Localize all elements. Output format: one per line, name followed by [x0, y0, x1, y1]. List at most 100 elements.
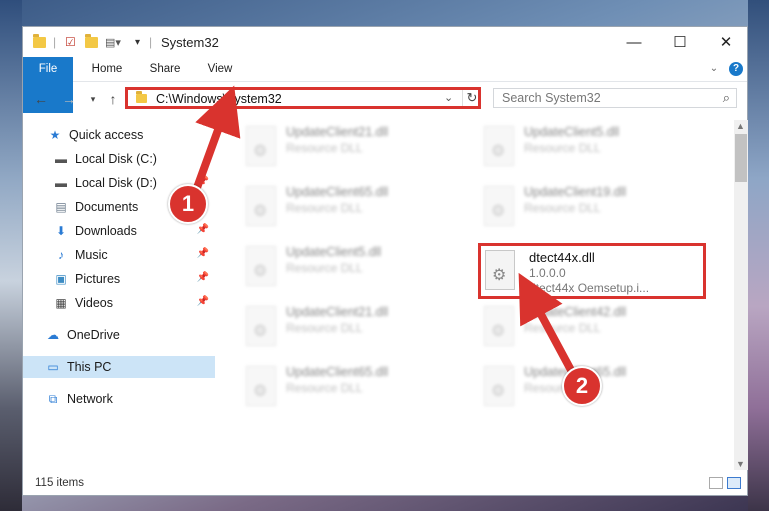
- chevron-down-icon[interactable]: ⌄: [444, 91, 453, 104]
- title-bar: | ☑ ▤▾ ▾ | System32 — ☐ ✕: [23, 27, 747, 57]
- pin-icon[interactable]: 📌: [197, 296, 209, 307]
- sidebar-item-local-disk-c[interactable]: ▬ Local Disk (C:): [23, 148, 215, 170]
- file-type: Resource DLL: [524, 141, 601, 155]
- sidebar-item-quick-access[interactable]: ★ Quick access: [23, 124, 215, 146]
- file-type: Resource DLL: [286, 201, 363, 215]
- sidebar-item-label: Documents: [75, 200, 139, 214]
- sidebar-item-label: Pictures: [75, 272, 121, 286]
- sidebar-item-network[interactable]: ⧉ Network: [23, 388, 215, 410]
- sidebar-item-onedrive[interactable]: ☁ OneDrive: [23, 324, 215, 346]
- file-item[interactable]: ⚙ UpdateClient65.dll Resource DLL: [242, 182, 462, 238]
- file-description: dtect44x Oemsetup.i...: [529, 281, 650, 295]
- dll-file-icon: ⚙: [246, 246, 276, 286]
- pin-icon[interactable]: 📌: [197, 176, 209, 187]
- file-type: Resource DLL: [286, 261, 363, 275]
- network-icon: ⧉: [48, 391, 58, 406]
- address-bar[interactable]: C:\Windows\System32 ⌄ ↻: [125, 87, 481, 109]
- documents-icon: ▤: [55, 200, 67, 214]
- separator: |: [149, 35, 153, 49]
- file-name: UpdateClient42.dll: [524, 305, 627, 319]
- status-bar: 115 items: [23, 473, 747, 495]
- desktop-background-left: [0, 0, 22, 511]
- file-item[interactable]: ⚙ UpdateClient42.dll Resource DLL: [480, 302, 700, 358]
- step-1-badge: 1: [168, 184, 208, 224]
- chevron-down-icon[interactable]: ▾: [135, 34, 140, 50]
- computer-icon: ▭: [47, 360, 59, 374]
- highlighted-file-item[interactable]: ⚙ dtect44x.dll 1.0.0.0 dtect44x Oemsetup…: [478, 243, 706, 299]
- expand-ribbon-icon[interactable]: ⌄: [707, 57, 721, 81]
- properties-icon[interactable]: ☑: [65, 34, 76, 50]
- file-name: UpdateClient5.dll: [524, 125, 620, 139]
- up-arrow-icon[interactable]: ↑: [105, 91, 121, 107]
- file-item[interactable]: ⚙ UpdateClient21.dll Resource DLL: [242, 302, 462, 358]
- navigation-bar: ← → ▾ ↑ C:\Windows\System32 ⌄ ↻ Search S…: [23, 82, 747, 118]
- explorer-window: | ☑ ▤▾ ▾ | System32 — ☐ ✕ File Home Shar…: [22, 26, 748, 496]
- customize-toolbar-icon[interactable]: ▤▾: [105, 34, 121, 50]
- search-input[interactable]: Search System32 ⌕: [493, 88, 737, 108]
- tab-view[interactable]: View: [203, 57, 237, 81]
- back-arrow-icon[interactable]: ←: [33, 91, 49, 107]
- file-name: UpdateClient21.dll: [286, 305, 389, 319]
- dll-file-icon: ⚙: [484, 186, 514, 226]
- search-icon[interactable]: ⌕: [723, 90, 730, 106]
- dll-file-icon: ⚙: [246, 126, 276, 166]
- dll-file-icon: ⚙: [246, 186, 276, 226]
- file-item[interactable]: ⚙ UpdateClient65.dll Resource DLL: [242, 362, 462, 418]
- videos-icon: ▦: [55, 296, 67, 310]
- maximize-button[interactable]: ☐: [657, 27, 703, 57]
- scroll-up-icon[interactable]: ▲: [736, 121, 745, 131]
- music-icon: ♪: [58, 248, 64, 262]
- file-type: Resource DLL: [524, 321, 601, 335]
- file-name: UpdateClient65.dll: [286, 365, 389, 379]
- refresh-icon[interactable]: ↻: [462, 90, 481, 106]
- forward-arrow-icon[interactable]: →: [61, 91, 77, 107]
- file-type: Resource DLL: [524, 201, 601, 215]
- sidebar-item-pictures[interactable]: ▣ Pictures 📌: [23, 268, 215, 290]
- folder-icon: [33, 33, 46, 50]
- file-item[interactable]: ⚙ UpdateClient19.dll Resource DLL: [480, 182, 700, 238]
- pin-icon[interactable]: 📌: [197, 224, 209, 235]
- recent-locations-icon[interactable]: ▾: [85, 91, 101, 107]
- pin-icon[interactable]: 📌: [197, 248, 209, 259]
- minimize-button[interactable]: —: [611, 27, 657, 57]
- file-item[interactable]: ⚙ UpdateClient5.dll Resource DLL: [480, 122, 700, 178]
- dll-file-icon: ⚙: [484, 126, 514, 166]
- file-type: Resource DLL: [286, 381, 363, 395]
- tab-home[interactable]: Home: [89, 57, 125, 81]
- help-icon[interactable]: ?: [729, 62, 743, 76]
- file-type: Resource DLL: [286, 321, 363, 335]
- desktop-background-right: [748, 0, 769, 511]
- sidebar-item-label: Network: [67, 392, 113, 406]
- sidebar-item-label: Downloads: [75, 224, 137, 238]
- item-count: 115 items: [35, 477, 85, 489]
- sidebar-item-this-pc[interactable]: ▭ This PC: [23, 356, 215, 378]
- file-name: UpdateClient19.dll: [524, 185, 627, 199]
- file-name: dtect44x.dll: [529, 250, 595, 265]
- dll-file-icon: ⚙: [246, 366, 276, 406]
- scroll-down-icon[interactable]: ▼: [736, 459, 745, 469]
- cloud-icon: ☁: [47, 328, 59, 342]
- close-button[interactable]: ✕: [703, 27, 749, 57]
- file-item[interactable]: ⚙ UpdateClient21.dll Resource DLL: [242, 122, 462, 178]
- view-toggle: [709, 477, 741, 489]
- tab-share[interactable]: Share: [147, 57, 183, 81]
- drive-icon: ▬: [55, 152, 67, 166]
- file-version: 1.0.0.0: [529, 266, 566, 280]
- details-view-icon[interactable]: [709, 477, 723, 489]
- pin-icon[interactable]: 📌: [197, 272, 209, 283]
- vertical-scrollbar[interactable]: ▲ ▼: [734, 120, 748, 470]
- file-type: Resource DLL: [286, 141, 363, 155]
- separator: |: [53, 35, 57, 49]
- sidebar-item-music[interactable]: ♪ Music 📌: [23, 244, 215, 266]
- step-2-badge: 2: [562, 366, 602, 406]
- navigation-pane: ★ Quick access ▬ Local Disk (C:) ▬ Local…: [23, 120, 215, 470]
- file-item[interactable]: ⚙ UpdateClient5.dll Resource DLL: [242, 242, 462, 298]
- new-folder-icon[interactable]: [85, 33, 98, 50]
- file-name: UpdateClient21.dll: [286, 125, 389, 139]
- address-path[interactable]: C:\Windows\System32: [156, 92, 282, 106]
- sidebar-item-videos[interactable]: ▦ Videos 📌: [23, 292, 215, 314]
- scroll-thumb[interactable]: [735, 134, 747, 182]
- window-title: System32: [161, 35, 219, 50]
- sidebar-item-label: Music: [75, 248, 108, 262]
- large-icons-view-icon[interactable]: [727, 477, 741, 489]
